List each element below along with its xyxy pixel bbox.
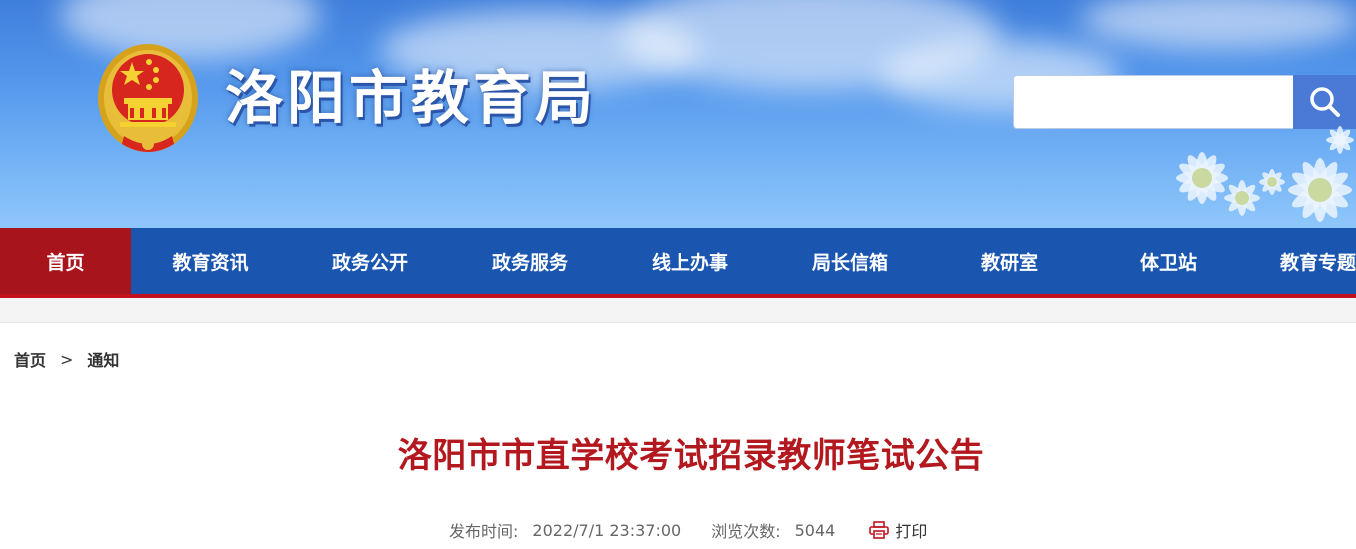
nav-item-home[interactable]: 首页 bbox=[0, 228, 131, 294]
breadcrumb-separator: > bbox=[60, 349, 74, 369]
nav-item-education-topics[interactable]: 教育专题 bbox=[1248, 228, 1356, 294]
nav-item-government-services[interactable]: 政务服务 bbox=[450, 228, 610, 294]
view-count-label: 浏览次数: bbox=[711, 522, 781, 541]
nav-item-research-office[interactable]: 教研室 bbox=[930, 228, 1089, 294]
nav-item-director-mailbox[interactable]: 局长信箱 bbox=[770, 228, 930, 294]
national-emblem-icon bbox=[98, 44, 198, 152]
publish-time-value: 2022/7/1 23:37:00 bbox=[532, 520, 682, 540]
nav-item-health-station[interactable]: 体卫站 bbox=[1089, 228, 1248, 294]
breadcrumb-current-link[interactable]: 通知 bbox=[87, 347, 119, 371]
print-label: 打印 bbox=[895, 522, 928, 541]
flower-decoration bbox=[1176, 126, 1354, 222]
nav-item-online-services[interactable]: 线上办事 bbox=[610, 228, 770, 294]
article-title: 洛阳市市直学校考试招录教师笔试公告 bbox=[397, 436, 985, 476]
nav-item-education-news[interactable]: 教育资讯 bbox=[131, 228, 290, 294]
print-icon bbox=[869, 521, 890, 539]
view-count-value: 5044 bbox=[794, 520, 836, 540]
nav-item-education-topics-label: 教育专题 bbox=[1280, 251, 1356, 274]
content-top-strip bbox=[0, 298, 1356, 323]
nav-item-government-affairs[interactable]: 政务公开 bbox=[290, 228, 450, 294]
article-meta: 发布时间: 2022/7/1 23:37:00 浏览次数: 5044 打印 bbox=[449, 518, 927, 542]
cloud-decoration bbox=[1080, 0, 1356, 50]
print-button[interactable]: 打印 bbox=[869, 518, 927, 542]
breadcrumb-home-link[interactable]: 首页 bbox=[14, 347, 46, 371]
breadcrumb: 首页 > 通知 bbox=[14, 347, 119, 371]
main-nav: 首页 教育资讯 政务公开 政务服务 线上办事 局长信箱 教研室 体卫站 教育专题 bbox=[0, 228, 1356, 298]
publish-time-label: 发布时间: bbox=[449, 522, 519, 541]
header-banner: 洛阳市教育局 bbox=[0, 0, 1356, 228]
site-title: 洛阳市教育局 bbox=[225, 64, 598, 132]
search-icon bbox=[1309, 87, 1340, 117]
